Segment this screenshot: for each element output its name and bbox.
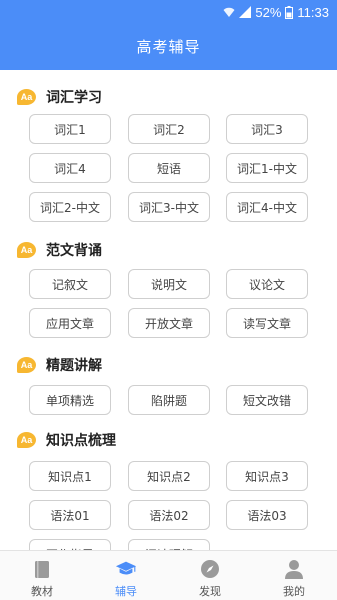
nav-label: 辅导 (115, 585, 137, 598)
item-button[interactable]: 词汇2-中文 (29, 192, 111, 222)
item-button[interactable]: 说明文 (128, 269, 210, 299)
item-button[interactable]: 短语 (128, 153, 210, 183)
item-button[interactable]: 语法01 (29, 500, 111, 530)
graduation-cap-icon (115, 559, 137, 579)
item-button[interactable]: 写作指导 (29, 539, 111, 550)
aa-icon: Aa (17, 432, 36, 448)
item-button[interactable]: 应用文章 (29, 308, 111, 338)
item-button[interactable]: 词汇3-中文 (128, 192, 210, 222)
nav-label: 教材 (31, 585, 53, 598)
nav-label: 发现 (199, 585, 221, 598)
item-button[interactable]: 知识点3 (226, 461, 308, 491)
book-icon (31, 559, 53, 579)
item-button[interactable]: 词汇4-中文 (226, 192, 308, 222)
item-button[interactable]: 阅读理解 (128, 539, 210, 550)
item-button[interactable]: 开放文章 (128, 308, 210, 338)
battery-percent: 52% (255, 4, 282, 20)
item-button[interactable]: 语法03 (226, 500, 308, 530)
wifi-icon (223, 6, 235, 18)
item-button[interactable]: 词汇4 (29, 153, 111, 183)
nav-item-profile[interactable]: 我的 (252, 551, 336, 600)
nav-label: 我的 (283, 585, 305, 598)
item-button[interactable]: 知识点1 (29, 461, 111, 491)
item-button[interactable]: 词汇1 (29, 114, 111, 144)
item-button[interactable]: 记叙文 (29, 269, 111, 299)
item-button[interactable]: 词汇1-中文 (226, 153, 308, 183)
item-button[interactable]: 单项精选 (29, 385, 111, 415)
clock-time: 11:33 (297, 4, 329, 20)
compass-icon (199, 559, 221, 579)
item-button[interactable]: 陷阱题 (128, 385, 210, 415)
item-button[interactable]: 议论文 (226, 269, 308, 299)
section-header: Aa 精题讲解 (17, 355, 102, 375)
aa-icon: Aa (17, 357, 36, 373)
aa-icon: Aa (17, 89, 36, 105)
content-area[interactable]: Aa 词汇学习 词汇1 词汇2 词汇3 词汇4 短语 词汇1-中文 词汇2-中文… (0, 70, 337, 550)
item-button[interactable]: 短文改错 (226, 385, 308, 415)
section-title: 范文背诵 (46, 243, 102, 259)
section-header: Aa 范文背诵 (17, 240, 102, 260)
nav-item-textbook[interactable]: 教材 (0, 551, 84, 600)
section-header: Aa 词汇学习 (17, 87, 102, 107)
item-button[interactable]: 读写文章 (226, 308, 308, 338)
aa-icon: Aa (17, 242, 36, 258)
nav-item-discover[interactable]: 发现 (168, 551, 252, 600)
section-title: 词汇学习 (46, 90, 102, 106)
user-icon (283, 559, 305, 579)
status-bar: 52% 11:33 (223, 3, 329, 21)
section-header: Aa 知识点梳理 (17, 430, 116, 450)
nav-item-tutoring[interactable]: 辅导 (84, 551, 168, 600)
section-title: 知识点梳理 (46, 433, 116, 449)
item-button[interactable]: 词汇2 (128, 114, 210, 144)
bottom-nav: 教材 辅导 发现 我的 (0, 550, 337, 600)
item-button[interactable]: 知识点2 (128, 461, 210, 491)
signal-icon (239, 6, 252, 18)
item-button[interactable]: 词汇3 (226, 114, 308, 144)
app-root: 52% 11:33 高考辅导 Aa 词汇学习 词汇1 词汇2 词汇3 词汇4 短… (0, 0, 337, 600)
app-header: 52% 11:33 高考辅导 (0, 0, 337, 70)
page-title: 高考辅导 (136, 38, 201, 56)
item-button[interactable]: 语法02 (128, 500, 210, 530)
battery-icon (285, 5, 294, 19)
section-title: 精题讲解 (46, 358, 102, 374)
